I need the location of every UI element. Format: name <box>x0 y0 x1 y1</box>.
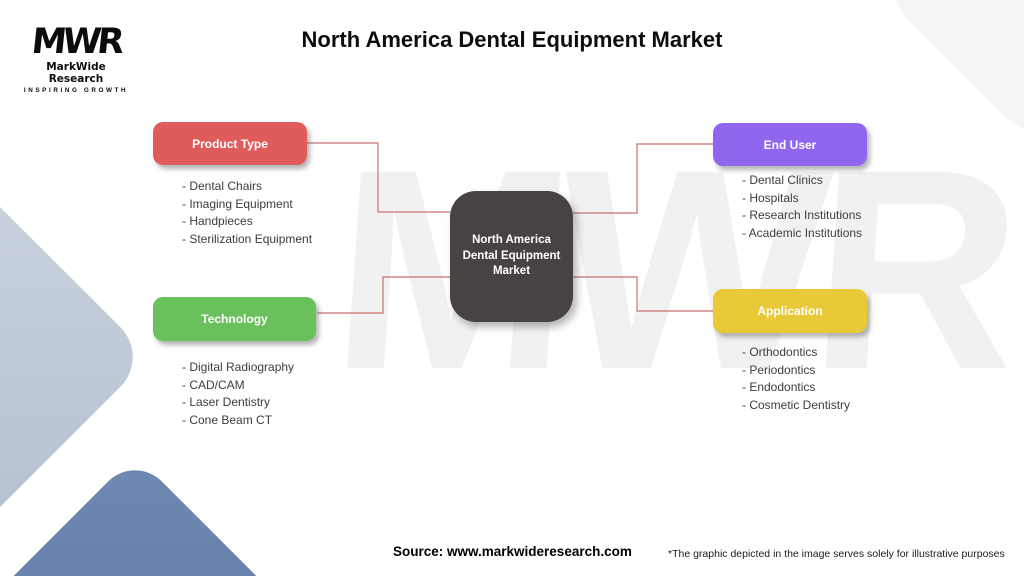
list-item: - Endodontics <box>742 380 816 394</box>
disclaimer-text: *The graphic depicted in the image serve… <box>668 548 1005 560</box>
list-item: - Handpieces <box>182 214 253 228</box>
category-box-end-user: End User <box>713 123 867 166</box>
list-item: - Dental Chairs <box>182 179 263 193</box>
category-list-product-type: - Dental Chairs - Imaging Equipment - Ha… <box>182 178 312 248</box>
list-item: - Orthodontics <box>742 345 818 359</box>
corner-shape-dark-blue <box>0 454 376 576</box>
list-item: - Digital Radiography <box>182 360 295 374</box>
list-item: - Cosmetic Dentistry <box>742 397 851 412</box>
page-title: North America Dental Equipment Market <box>301 27 723 52</box>
source-text: Source: www.markwideresearch.com <box>393 544 632 559</box>
list-item: - Laser Dentistry <box>182 395 271 409</box>
central-node-market: North America Dental Equipment Market <box>450 191 573 322</box>
category-list-application: - Orthodontics - Periodontics - Endodont… <box>742 344 850 414</box>
list-item: - Cone Beam CT <box>182 412 273 427</box>
category-box-technology: Technology <box>153 297 316 341</box>
background-watermark-text: MWR <box>323 111 1017 429</box>
category-list-technology: - Digital Radiography - CAD/CAM - Laser … <box>182 359 294 429</box>
list-item: - Sterilization Equipment <box>182 231 313 246</box>
logo-tagline: INSPIRING GROWTH <box>23 87 129 94</box>
category-box-application: Application <box>713 289 867 333</box>
list-item: - CAD/CAM <box>182 377 245 392</box>
logo-company-name: MarkWide Research <box>46 61 106 85</box>
list-item: - Dental Clinics <box>742 173 823 187</box>
list-item: - Academic Institutions <box>742 225 863 240</box>
list-item: - Hospitals <box>742 190 799 205</box>
category-box-product-type: Product Type <box>153 122 307 165</box>
list-item: - Imaging Equipment <box>182 196 293 211</box>
infographic-canvas: MWR MWR MarkWide Research INSPIRING GROW… <box>0 0 1024 576</box>
list-item: - Research Institutions <box>742 208 862 222</box>
category-list-end-user: - Dental Clinics - Hospitals - Research … <box>742 172 862 242</box>
list-item: - Periodontics <box>742 362 816 377</box>
